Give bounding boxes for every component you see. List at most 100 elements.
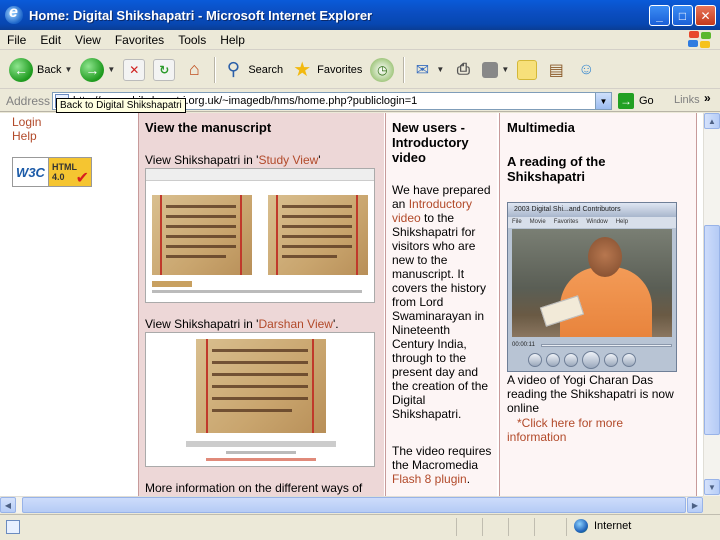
window-title: Home: Digital Shikshapatri - Microsoft I… <box>29 7 373 23</box>
history-button[interactable]: ◷ <box>367 55 397 85</box>
title-bar: Home: Digital Shikshapatri - Microsoft I… <box>0 0 720 30</box>
player-menu-file[interactable]: File <box>512 217 522 228</box>
refresh-button[interactable]: ↻ <box>150 55 178 85</box>
margin-rule <box>276 195 278 275</box>
forward-button[interactable]: → ▼ <box>77 55 118 85</box>
links-button[interactable]: Links <box>674 94 700 106</box>
scroll-right-button[interactable]: ▶ <box>687 497 703 513</box>
script-line <box>212 409 292 412</box>
maximize-button[interactable]: □ <box>672 5 693 26</box>
video-frame[interactable] <box>512 229 672 337</box>
fast-forward-icon[interactable] <box>622 353 636 367</box>
study-view-thumbnail[interactable] <box>145 168 375 303</box>
thumb-selector <box>186 441 336 447</box>
forward-arrow-icon: → <box>80 57 105 82</box>
minimize-button[interactable]: _ <box>649 5 670 26</box>
vertical-scroll-thumb[interactable] <box>704 225 720 435</box>
favorites-button[interactable]: ★ Favorites <box>288 55 365 85</box>
player-menu-help[interactable]: Help <box>616 217 628 228</box>
links-chevron-icon[interactable]: » <box>704 91 711 105</box>
script-line <box>282 215 352 218</box>
volume-icon[interactable] <box>528 353 542 367</box>
search-button[interactable]: ⚲ Search <box>219 55 286 85</box>
print-button[interactable]: ⎙ <box>449 55 477 85</box>
darshan-view-text: View Shikshapatri in 'Darshan View'. <box>145 317 339 331</box>
scroll-up-button[interactable]: ▲ <box>704 113 720 129</box>
back-button[interactable]: ← Back ▼ <box>6 55 75 85</box>
refresh-icon: ↻ <box>153 58 176 81</box>
back-dropdown-icon[interactable]: ▼ <box>64 65 72 74</box>
more-information-link[interactable]: *Click here for more information <box>507 416 683 444</box>
thumb-toolbar <box>146 169 374 181</box>
menu-help[interactable]: Help <box>213 33 252 47</box>
login-link[interactable]: Login <box>12 115 132 129</box>
scroll-left-button[interactable]: ◀ <box>0 497 16 513</box>
study-view-link[interactable]: Study View <box>258 153 318 167</box>
discuss-button[interactable] <box>514 55 540 85</box>
script-line <box>212 373 308 376</box>
script-line <box>166 215 236 218</box>
script-line <box>166 255 226 258</box>
step-forward-icon[interactable] <box>604 353 618 367</box>
forward-dropdown-icon[interactable]: ▼ <box>107 65 115 74</box>
go-button[interactable]: → Go <box>618 93 654 109</box>
address-dropdown-icon[interactable]: ▼ <box>595 93 611 109</box>
mail-icon: ✉ <box>415 61 430 79</box>
status-divider <box>456 518 457 536</box>
go-label: Go <box>639 95 654 107</box>
mail-dropdown-icon[interactable]: ▼ <box>436 65 444 74</box>
vertical-scrollbar[interactable]: ▲ ▼ <box>703 113 720 496</box>
messenger-button[interactable]: ☺ <box>572 55 600 85</box>
status-divider <box>508 518 509 536</box>
menu-edit[interactable]: Edit <box>33 33 68 47</box>
back-tooltip: Back to Digital Shikshapatri <box>56 98 186 113</box>
player-menu-favorites[interactable]: Favorites <box>554 217 579 228</box>
menu-tools[interactable]: Tools <box>171 33 213 47</box>
internet-globe-icon <box>574 519 588 533</box>
left-nav: Login Help <box>12 113 132 143</box>
script-line <box>166 245 236 248</box>
script-line <box>282 245 352 248</box>
close-button[interactable]: ✕ <box>695 5 716 26</box>
toolbar-separator <box>214 56 216 83</box>
rewind-icon[interactable] <box>546 353 560 367</box>
horizontal-scroll-thumb[interactable] <box>22 497 686 513</box>
search-icon: ⚲ <box>226 59 240 79</box>
script-line <box>282 235 352 238</box>
scroll-down-button[interactable]: ▼ <box>704 479 720 495</box>
edit-button[interactable]: ▼ <box>479 55 512 85</box>
manuscript-heading: View the manuscript <box>145 120 272 135</box>
player-menu-window[interactable]: Window <box>586 217 607 228</box>
menu-favorites[interactable]: Favorites <box>108 33 171 47</box>
darshan-view-thumbnail[interactable] <box>145 332 375 467</box>
help-link[interactable]: Help <box>12 129 132 143</box>
w3c-html-badge[interactable]: W3C HTML 4.0 ✔ <box>12 157 92 187</box>
menu-file[interactable]: File <box>0 33 33 47</box>
status-bar: Internet <box>0 514 720 540</box>
darshan-view-link[interactable]: Darshan View <box>258 317 332 331</box>
print-icon: ⎙ <box>456 60 470 78</box>
player-menu-movie[interactable]: Movie <box>530 217 546 228</box>
flash-plugin-link[interactable]: Flash 8 plugin <box>392 472 467 486</box>
menu-view[interactable]: View <box>68 33 108 47</box>
research-book-icon: ▤ <box>548 61 564 79</box>
step-back-icon[interactable] <box>564 353 578 367</box>
seek-track[interactable] <box>540 343 672 347</box>
stop-button[interactable]: ✕ <box>120 55 148 85</box>
mail-button[interactable]: ✉ ▼ <box>408 55 447 85</box>
flash-text-b: . <box>466 472 471 486</box>
video-player[interactable]: 2003 Digital Shi...and Contributors File… <box>507 202 677 372</box>
research-button[interactable]: ▤ <box>542 55 570 85</box>
status-divider <box>566 518 567 536</box>
study-suffix: ' <box>318 153 321 167</box>
play-icon[interactable] <box>582 351 600 369</box>
home-button[interactable]: ⌂ <box>180 55 208 85</box>
edit-dropdown-icon[interactable]: ▼ <box>501 65 509 74</box>
security-zone[interactable]: Internet <box>574 519 631 533</box>
go-arrow-icon: → <box>618 93 634 109</box>
manuscript-page-image <box>268 195 368 275</box>
horizontal-scrollbar[interactable]: ◀ ▶ <box>0 496 703 513</box>
script-line <box>282 225 352 228</box>
player-seekbar[interactable]: 00:00:11 <box>512 340 672 350</box>
darshan-prefix: View Shikshapatri in ' <box>145 317 259 331</box>
